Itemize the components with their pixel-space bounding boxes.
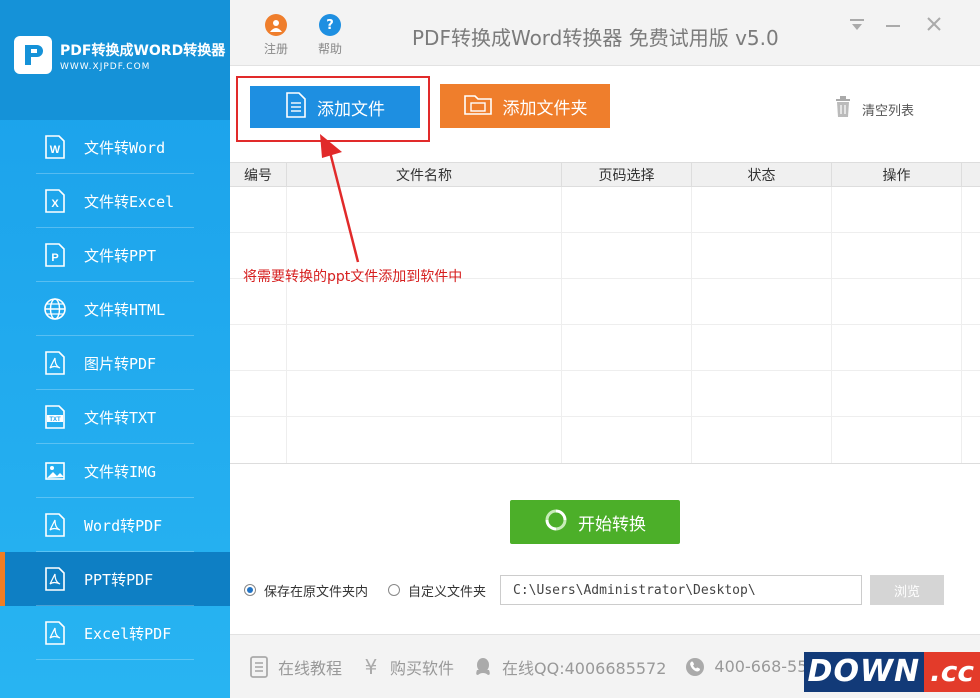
document-icon — [285, 91, 307, 123]
online-tutorial-link[interactable]: 在线教程 — [248, 655, 342, 679]
sidebar-item-file-to-img[interactable]: 文件转IMG — [0, 444, 230, 498]
app-title: PDF转换成Word转换器 免费试用版 v5.0 — [412, 26, 779, 50]
annotation-arrow — [320, 134, 360, 263]
sidebar-item-file-to-word[interactable]: W 文件转Word — [0, 120, 230, 174]
refresh-icon — [544, 508, 568, 537]
svg-text:X: X — [51, 198, 59, 210]
col-header-action: 操作 — [832, 163, 962, 186]
save-options: 保存在原文件夹内 自定义文件夹 浏览 — [244, 575, 974, 605]
minimize-icon[interactable] — [848, 16, 866, 39]
sidebar-item-ppt-to-pdf[interactable]: PPT转PDF — [0, 552, 230, 606]
pdf-doc-icon — [42, 566, 68, 592]
txt-doc-icon: TXT — [42, 404, 68, 430]
sidebar-item-file-to-excel[interactable]: X 文件转Excel — [0, 174, 230, 228]
sidebar-item-label: 文件转Word — [84, 138, 166, 157]
buy-software-label: 购买软件 — [390, 658, 455, 678]
register-label: 注册 — [263, 42, 288, 56]
phone-icon — [684, 656, 706, 678]
user-icon — [265, 14, 287, 36]
yen-icon: ¥ — [364, 654, 378, 679]
online-qq-link[interactable]: 在线QQ:4006685572 — [472, 655, 666, 679]
annotation-text: 将需要转换的ppt文件添加到软件中 — [243, 269, 463, 285]
app-logo-url: WWW.XJPDF.COM — [60, 62, 151, 72]
sidebar-nav: W 文件转Word X 文件转Excel P 文件转PPT 文件转HTML 图片… — [0, 120, 230, 660]
svg-text:P: P — [51, 252, 58, 264]
browse-button[interactable]: 浏览 — [870, 575, 945, 605]
output-path-input[interactable] — [500, 575, 863, 605]
start-convert-label: 开始转换 — [578, 514, 646, 534]
help-label: 帮助 — [317, 42, 342, 56]
excel-doc-icon: X — [42, 188, 68, 214]
close-icon[interactable] — [926, 16, 942, 37]
add-file-button[interactable]: 添加文件 — [250, 86, 420, 128]
pdf-doc-icon — [42, 350, 68, 376]
title-bar: 注册 ? 帮助 PDF转换成Word转换器 免费试用版 v5.0 — [230, 0, 980, 66]
online-tutorial-label: 在线教程 — [278, 658, 343, 678]
sidebar-item-label: 文件转TXT — [84, 408, 157, 427]
help-button[interactable]: ? 帮助 — [310, 14, 350, 57]
down-cc-watermark: DOWN .cc — [803, 652, 980, 692]
radio-save-custom[interactable] — [388, 584, 401, 596]
sidebar-item-label: PPT转PDF — [84, 570, 154, 589]
add-file-label: 添加文件 — [317, 99, 385, 119]
save-original-label: 保存在原文件夹内 — [264, 584, 369, 600]
trash-icon — [834, 96, 852, 122]
sidebar-item-file-to-txt[interactable]: TXT 文件转TXT — [0, 390, 230, 444]
start-convert-button[interactable]: 开始转换 — [510, 500, 680, 544]
sidebar-item-label: 文件转Excel — [84, 192, 175, 211]
watermark-cc: .cc — [924, 652, 980, 692]
sidebar-item-label: 图片转PDF — [84, 354, 157, 373]
online-qq-label: 在线QQ:4006685572 — [502, 658, 667, 678]
radio-save-original[interactable] — [244, 584, 256, 596]
col-header-index: 编号 — [230, 163, 287, 186]
add-folder-label: 添加文件夹 — [502, 98, 588, 118]
clear-list-button[interactable]: 清空列表 — [834, 96, 914, 122]
pdf-doc-icon — [42, 512, 68, 538]
register-button[interactable]: 注册 — [256, 14, 296, 57]
clear-list-label: 清空列表 — [862, 103, 915, 119]
image-icon — [42, 458, 68, 484]
ppt-doc-icon: P — [42, 242, 68, 268]
table-row — [230, 417, 980, 463]
col-header-page-select: 页码选择 — [562, 163, 692, 186]
add-folder-button[interactable]: 添加文件夹 — [440, 84, 610, 128]
col-header-status: 状态 — [692, 163, 832, 186]
sidebar-item-label: 文件转HTML — [84, 300, 166, 319]
sidebar-item-word-to-pdf[interactable]: Word转PDF — [0, 498, 230, 552]
logo-area: PDF转换成WORD转换器 WWW.XJPDF.COM — [0, 0, 230, 120]
help-icon: ? — [319, 14, 341, 36]
phone-label: 400-668-55 — [714, 657, 808, 676]
app-logo-title: PDF转换成WORD转换器 — [60, 43, 226, 59]
app-logo-icon — [14, 36, 52, 74]
table-row — [230, 325, 980, 371]
footer: 在线教程 ¥ 购买软件 在线QQ:4006685572 400-668-55 D… — [230, 634, 980, 698]
table-row — [230, 371, 980, 417]
sidebar-item-file-to-ppt[interactable]: P 文件转PPT — [0, 228, 230, 282]
col-header-spacer — [962, 163, 980, 186]
book-icon — [248, 655, 270, 678]
sidebar-item-label: 文件转PPT — [84, 246, 157, 265]
minimize-window-icon[interactable] — [884, 16, 902, 39]
sidebar-item-excel-to-pdf[interactable]: Excel转PDF — [0, 606, 230, 660]
phone-link[interactable]: 400-668-55 — [684, 656, 807, 678]
folder-icon — [463, 92, 493, 121]
sidebar-item-image-to-pdf[interactable]: 图片转PDF — [0, 336, 230, 390]
sidebar-item-label: 文件转IMG — [84, 462, 157, 481]
sidebar: PDF转换成WORD转换器 WWW.XJPDF.COM W 文件转Word X … — [0, 0, 230, 698]
buy-software-link[interactable]: ¥ 购买软件 — [360, 655, 454, 679]
sidebar-item-file-to-html[interactable]: 文件转HTML — [0, 282, 230, 336]
qq-icon — [472, 656, 494, 678]
main-panel: 注册 ? 帮助 PDF转换成Word转换器 免费试用版 v5.0 添加文件 添加… — [230, 0, 980, 698]
sidebar-item-label: Word转PDF — [84, 516, 163, 535]
watermark-down: DOWN — [803, 652, 925, 692]
save-custom-label: 自定义文件夹 — [408, 584, 487, 600]
svg-text:TXT: TXT — [49, 417, 61, 423]
word-doc-icon: W — [42, 134, 68, 160]
svg-text:W: W — [50, 144, 61, 156]
globe-icon — [42, 296, 68, 322]
pdf-doc-icon — [42, 620, 68, 646]
sidebar-item-label: Excel转PDF — [84, 624, 172, 643]
